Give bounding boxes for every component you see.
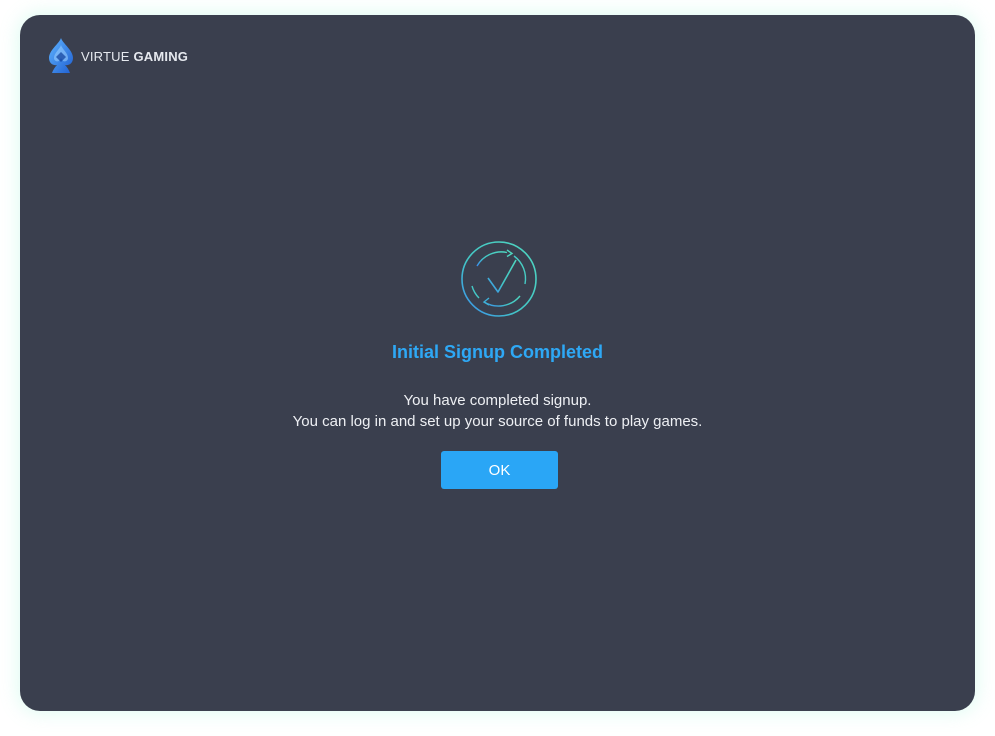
dialog-message-line2: You can log in and set up your source of… — [292, 413, 703, 430]
check-circle-icon — [460, 240, 538, 318]
signup-complete-window: VIRTUE GAMING Initial Signup Completed Y… — [20, 15, 975, 711]
page-background: VIRTUE GAMING Initial Signup Completed Y… — [0, 0, 995, 736]
dialog-message-line1: You have completed signup. — [403, 392, 592, 409]
dialog-title: Initial Signup Completed — [392, 342, 603, 362]
dialog-content: Initial Signup Completed You have comple… — [20, 15, 975, 711]
dialog-message: You have completed signup. You can log i… — [20, 390, 975, 432]
ok-button[interactable]: OK — [441, 451, 558, 489]
